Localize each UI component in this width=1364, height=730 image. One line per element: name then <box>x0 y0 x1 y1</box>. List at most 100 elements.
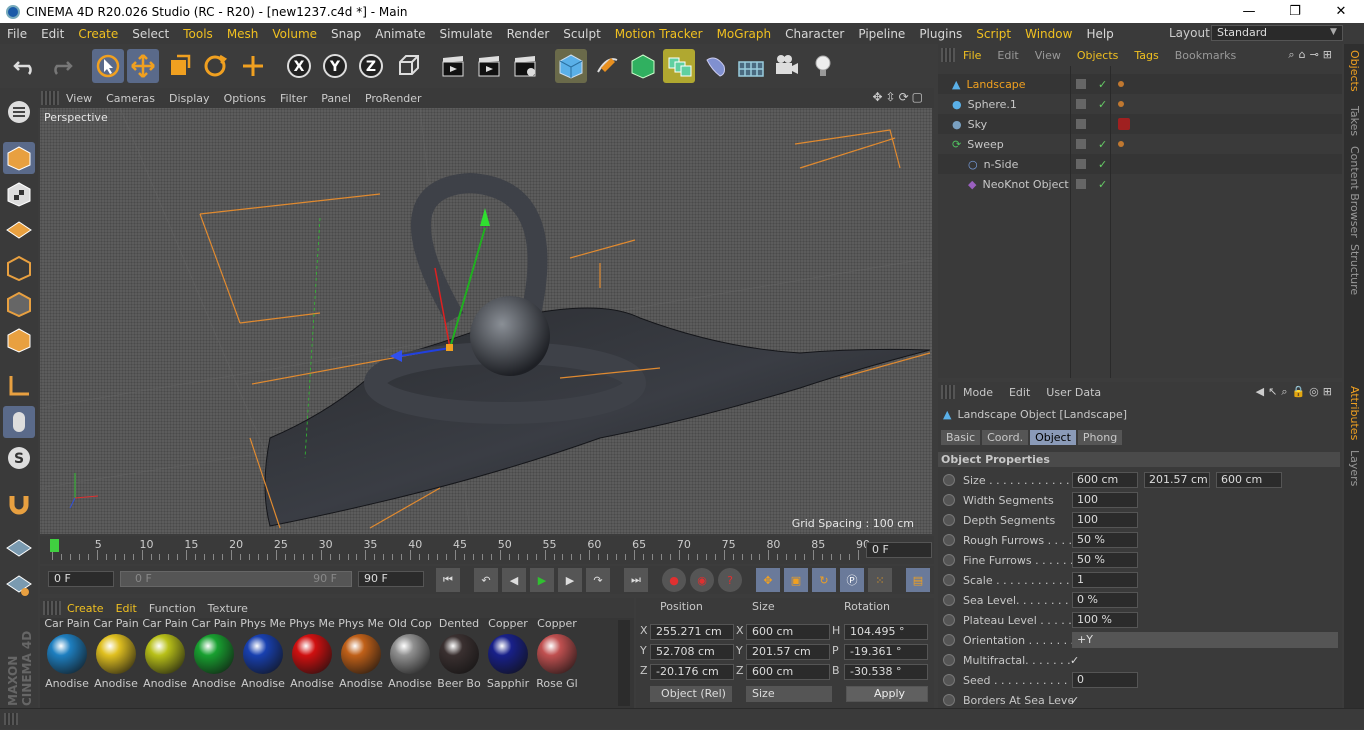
orientation-select[interactable]: +Y <box>1072 632 1338 648</box>
tab-phong[interactable]: Phong <box>1077 430 1123 445</box>
cube-button[interactable] <box>555 49 587 83</box>
make-editable-button[interactable] <box>3 96 35 128</box>
animate-radio-icon[interactable] <box>943 494 955 506</box>
attribute-value-field[interactable]: 100 % <box>1072 612 1138 628</box>
objects-menu-bookmarks[interactable]: Bookmarks <box>1167 49 1244 62</box>
viewport-menu-options[interactable]: Options <box>217 92 273 105</box>
position-field[interactable]: 52.708 cm <box>650 644 734 660</box>
object-row[interactable]: ● Sphere.1 ✓ <box>938 94 1342 114</box>
editor-visibility-toggle[interactable] <box>1076 159 1086 169</box>
material-swatch[interactable]: Copper Rose Gl <box>534 617 580 690</box>
attribute-value-field[interactable]: 50 % <box>1072 552 1138 568</box>
rotation-field[interactable]: 104.495 ° <box>844 624 928 640</box>
object-row[interactable]: ▲ Landscape ✓ <box>938 74 1342 94</box>
axis-mode-button[interactable] <box>3 370 35 402</box>
object-row[interactable]: ○ n-Side ✓ <box>938 154 1342 174</box>
solo-button[interactable]: S <box>3 442 35 474</box>
objects-menu-edit[interactable]: Edit <box>989 49 1026 62</box>
menu-motion-tracker[interactable]: Motion Tracker <box>608 27 710 41</box>
material-swatch[interactable]: Old Cop Anodise <box>387 617 433 690</box>
polygons-mode-button[interactable] <box>3 324 35 356</box>
object-row[interactable]: ● Sky <box>938 114 1342 134</box>
viewport-menu-filter[interactable]: Filter <box>273 92 314 105</box>
menu-tools[interactable]: Tools <box>176 27 220 41</box>
animate-radio-icon[interactable] <box>943 534 955 546</box>
animate-radio-icon[interactable] <box>943 594 955 606</box>
material-menu-texture[interactable]: Texture <box>202 602 254 615</box>
menu-help[interactable]: Help <box>1079 27 1120 41</box>
move-tool-button[interactable] <box>127 49 159 83</box>
tab-coord[interactable]: Coord. <box>982 430 1029 445</box>
key-rotation-button[interactable]: ↻ <box>812 568 836 592</box>
attribute-checkbox[interactable]: ✓ <box>1070 654 1079 667</box>
record-button[interactable]: ● <box>662 568 686 592</box>
timeline-ruler[interactable]: 051015202530354045505560657075808590 0 F <box>40 536 934 564</box>
coord-size-select[interactable]: Size <box>746 686 832 702</box>
prev-key-button[interactable]: ↶ <box>474 568 498 592</box>
material-swatch[interactable]: Car Pain Anodise <box>44 617 90 690</box>
material-swatch[interactable]: Copper Sapphir <box>485 617 531 690</box>
object-row[interactable]: ⟳ Sweep ✓ <box>938 134 1342 154</box>
playhead-marker[interactable] <box>50 539 59 552</box>
frame-range-slider[interactable]: 0 F 90 F <box>120 571 352 587</box>
menu-sculpt[interactable]: Sculpt <box>556 27 607 41</box>
live-selection-button[interactable] <box>92 49 124 83</box>
key-scale-button[interactable]: ▣ <box>784 568 808 592</box>
floor-button[interactable] <box>735 49 767 83</box>
enabled-check-icon[interactable]: ✓ <box>1098 98 1107 111</box>
coord-mode-select[interactable]: Object (Rel) <box>650 686 732 702</box>
tab-object[interactable]: Object <box>1030 430 1076 445</box>
attr-menu-userdata[interactable]: User Data <box>1038 386 1109 399</box>
objects-menu-objects[interactable]: Objects <box>1069 49 1127 62</box>
editor-visibility-toggle[interactable] <box>1076 139 1086 149</box>
attribute-value-field[interactable]: 1 <box>1072 572 1138 588</box>
end-frame-field[interactable]: 90 F <box>358 571 424 587</box>
editor-visibility-toggle[interactable] <box>1076 99 1086 109</box>
next-key-button[interactable]: ↷ <box>586 568 610 592</box>
animate-radio-icon[interactable] <box>943 574 955 586</box>
material-swatch[interactable]: Car Pain Anodise <box>191 617 237 690</box>
size-field[interactable]: 201.57 cm <box>746 644 830 660</box>
enabled-check-icon[interactable]: ✓ <box>1098 138 1107 151</box>
attribute-value-field[interactable]: 100 <box>1072 492 1138 508</box>
material-swatch[interactable]: Dented Beer Bo <box>436 617 482 690</box>
menu-create[interactable]: Create <box>71 27 125 41</box>
animate-radio-icon[interactable] <box>943 694 955 706</box>
viewport-menu-display[interactable]: Display <box>162 92 217 105</box>
menu-file[interactable]: File <box>0 27 34 41</box>
menu-mesh[interactable]: Mesh <box>220 27 266 41</box>
deformer-button[interactable] <box>700 49 732 83</box>
go-to-start-button[interactable]: ⏮ <box>436 568 460 592</box>
edges-mode-button[interactable] <box>3 288 35 320</box>
menu-animate[interactable]: Animate <box>368 27 432 41</box>
enabled-check-icon[interactable]: ✓ <box>1098 158 1107 171</box>
editor-visibility-toggle[interactable] <box>1076 179 1086 189</box>
material-swatch[interactable]: Car Pain Anodise <box>142 617 188 690</box>
redo-button[interactable] <box>45 49 77 83</box>
side-tab-layers[interactable]: Layers <box>1348 450 1361 486</box>
menu-mograph[interactable]: MoGraph <box>710 27 779 41</box>
animate-radio-icon[interactable] <box>943 674 955 686</box>
key-pla-button[interactable]: ⁙ <box>868 568 892 592</box>
attr-menu-mode[interactable]: Mode <box>955 386 1001 399</box>
side-tab-takes[interactable]: Takes <box>1348 106 1361 136</box>
enabled-check-icon[interactable]: ✓ <box>1098 178 1107 191</box>
material-menu-function[interactable]: Function <box>143 602 202 615</box>
z-axis-button[interactable]: Z <box>355 49 387 83</box>
light-button[interactable] <box>807 49 839 83</box>
editor-visibility-toggle[interactable] <box>1076 79 1086 89</box>
attribute-value-field[interactable]: 100 <box>1072 512 1138 528</box>
menu-plugins[interactable]: Plugins <box>912 27 969 41</box>
y-axis-button[interactable]: Y <box>319 49 351 83</box>
position-field[interactable]: 255.271 cm <box>650 624 734 640</box>
key-parameter-button[interactable]: Ⓟ <box>840 568 864 592</box>
prev-frame-button[interactable]: ◀ <box>502 568 526 592</box>
render-settings-button[interactable] <box>509 49 541 83</box>
next-frame-button[interactable]: ▶ <box>558 568 582 592</box>
attr-menu-edit[interactable]: Edit <box>1001 386 1038 399</box>
close-button[interactable]: ✕ <box>1318 0 1364 23</box>
recent-tool-button[interactable] <box>237 49 269 83</box>
attribute-value-field[interactable]: 0 % <box>1072 592 1138 608</box>
minimize-button[interactable]: — <box>1226 0 1272 23</box>
menu-select[interactable]: Select <box>125 27 176 41</box>
